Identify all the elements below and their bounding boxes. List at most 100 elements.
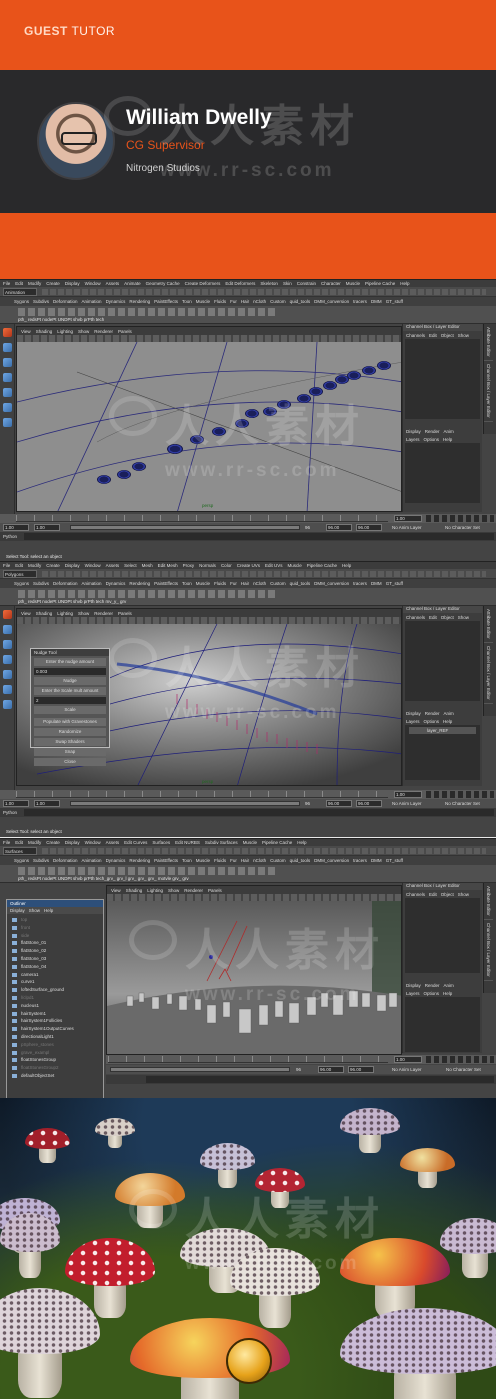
menu-item-edit[interactable]: Edit bbox=[15, 281, 23, 286]
playback-end-field[interactable]: 96.00 bbox=[326, 524, 352, 531]
layer-editor-area[interactable]: layer_REF bbox=[405, 725, 480, 780]
shelf-tab-dmm[interactable]: DMM bbox=[371, 299, 382, 304]
outliner-item[interactable]: defaultObjectSet bbox=[11, 1072, 103, 1080]
viewport-toolbar[interactable] bbox=[17, 335, 401, 342]
character-set-menu[interactable]: No Character Set bbox=[445, 524, 480, 531]
channel-box-area[interactable] bbox=[405, 621, 480, 701]
menu-item-file[interactable]: File bbox=[3, 563, 10, 568]
viewport-camera[interactable]: ViewShadingLightingShowRendererPanels 12… bbox=[106, 885, 402, 1055]
menu-item-pipeline-cache[interactable]: Pipeline Cache bbox=[365, 281, 395, 286]
channel-box-tab-edit[interactable]: Edit bbox=[429, 615, 437, 620]
menu-item-muscle[interactable]: Muscle bbox=[346, 281, 360, 286]
anim-layer-menu[interactable]: No Anim Layer bbox=[392, 524, 422, 531]
shelf-tab-animation[interactable]: Animation bbox=[82, 299, 102, 304]
outliner-item[interactable]: front bbox=[11, 924, 103, 932]
shelf-tab-ncloth[interactable]: nCloth bbox=[253, 858, 266, 863]
menu-item-character[interactable]: Character bbox=[321, 281, 341, 286]
menu-item-animate[interactable]: Animate bbox=[124, 281, 141, 286]
scale-amount-field[interactable]: 2 bbox=[34, 697, 106, 704]
shelf-tab-muscle[interactable]: Muscle bbox=[196, 858, 210, 863]
rotate-tool-icon[interactable] bbox=[2, 670, 12, 679]
outliner-menu-item-show[interactable]: Show bbox=[29, 907, 40, 914]
viewport-menu-item-shading[interactable]: Shading bbox=[126, 888, 143, 893]
menu-item-constrain[interactable]: Constrain bbox=[297, 281, 316, 286]
menu-set-select[interactable]: Animation bbox=[3, 288, 37, 296]
menu-item-geometry-cache[interactable]: Geometry Cache bbox=[146, 281, 180, 286]
shelf-tab-dynamics[interactable]: Dynamics bbox=[106, 581, 126, 586]
outliner-item[interactable]: top bbox=[11, 916, 103, 924]
shelf-tab-sygons[interactable]: Sygons bbox=[14, 581, 29, 586]
shelf-tab-sygons[interactable]: Sygons bbox=[14, 299, 29, 304]
scale-button[interactable]: Scale bbox=[34, 706, 106, 714]
shelf-tab-animation[interactable]: Animation bbox=[82, 581, 102, 586]
layer-menu-item-options[interactable]: Options bbox=[424, 991, 440, 996]
outliner-item[interactable]: camera1 bbox=[11, 971, 103, 979]
layout-icon[interactable] bbox=[2, 700, 12, 709]
shelf-tab-fur[interactable]: Fur bbox=[230, 581, 237, 586]
playback-controls[interactable] bbox=[426, 1056, 494, 1063]
shelf-tab-painteffects[interactable]: PaintEffects bbox=[154, 299, 178, 304]
start-time-field[interactable]: 1.00 bbox=[3, 524, 29, 531]
character-set-menu[interactable]: No Character Set bbox=[446, 1066, 481, 1073]
shelf-tab-toon[interactable]: Toon bbox=[182, 858, 192, 863]
menu-item-create[interactable]: Create bbox=[46, 281, 60, 286]
channel-box-tab-object[interactable]: Object bbox=[441, 333, 454, 338]
outliner-menu-item-help[interactable]: Help bbox=[44, 907, 53, 914]
menu-set-select[interactable]: Polygons bbox=[3, 570, 37, 578]
scale-tool-icon[interactable] bbox=[2, 685, 12, 694]
menu-item-window[interactable]: Window bbox=[85, 281, 101, 286]
menu-item-help[interactable]: Help bbox=[297, 840, 306, 845]
outliner-item[interactable]: hairSystem1OutputCurves bbox=[11, 1025, 103, 1033]
shelf-tab-toon[interactable]: Toon bbox=[182, 299, 192, 304]
shelf-tab-dmm[interactable]: DMM bbox=[371, 581, 382, 586]
menu-item-normals[interactable]: Normals bbox=[199, 563, 216, 568]
channel-box-tab-object[interactable]: Object bbox=[441, 615, 454, 620]
shelf-tab-fluids[interactable]: Fluids bbox=[214, 299, 226, 304]
end-time-field[interactable]: 96.00 bbox=[356, 524, 382, 531]
menu-item-modify[interactable]: Modify bbox=[28, 840, 41, 845]
shelf-tab-fur[interactable]: Fur bbox=[230, 299, 237, 304]
attribute-editor-tab[interactable]: Attribute Editor bbox=[484, 606, 493, 643]
menu-item-help[interactable]: Help bbox=[400, 281, 409, 286]
time-slider[interactable]: 1.00 bbox=[0, 790, 496, 799]
shelf-tab-dynamics[interactable]: Dynamics bbox=[106, 858, 126, 863]
viewport-toolbar[interactable] bbox=[107, 894, 401, 901]
shelf-tab-deformation[interactable]: Deformation bbox=[53, 858, 78, 863]
channel-box-tab[interactable]: Channel Box / Layer Editor bbox=[484, 361, 493, 422]
menu-item-edit-uvs[interactable]: Edit UVs bbox=[265, 563, 283, 568]
menu-item-assets[interactable]: Assets bbox=[106, 281, 120, 286]
command-language-label[interactable]: Python bbox=[3, 534, 17, 539]
shelf-tab-subdivs[interactable]: Subdivs bbox=[33, 299, 49, 304]
viewport-menu-item-show[interactable]: Show bbox=[168, 888, 179, 893]
menu-set-select[interactable]: Surfaces bbox=[3, 847, 37, 855]
status-line-tools[interactable] bbox=[42, 289, 486, 295]
command-input[interactable] bbox=[24, 809, 494, 816]
layer-menu-item-help[interactable]: Help bbox=[443, 991, 452, 996]
viewport-menu-item-show[interactable]: Show bbox=[78, 329, 89, 334]
menu-item-edit-curves[interactable]: Edit Curves bbox=[124, 840, 147, 845]
outliner-item[interactable]: nucleus1 bbox=[11, 1002, 103, 1010]
menu-item-file[interactable]: File bbox=[3, 840, 10, 845]
layer-tab-display[interactable]: Display bbox=[406, 983, 421, 988]
channel-box-tab-show[interactable]: Show bbox=[458, 615, 469, 620]
shelf-tab-painteffects[interactable]: PaintEffects bbox=[154, 858, 178, 863]
shelf-tab-deformation[interactable]: Deformation bbox=[53, 581, 78, 586]
layer-tab-anim[interactable]: Anim bbox=[444, 429, 454, 434]
shelf-tab-dmm[interactable]: DMM bbox=[371, 858, 382, 863]
shelf-tab-rendering[interactable]: Rendering bbox=[129, 858, 150, 863]
shelf-tab-dynamics[interactable]: Dynamics bbox=[106, 299, 126, 304]
menu-item-display[interactable]: Display bbox=[65, 281, 80, 286]
shelf-tab-deformation[interactable]: Deformation bbox=[53, 299, 78, 304]
outliner-item[interactable]: floatStonesGroup2 bbox=[11, 1064, 103, 1072]
outliner-item[interactable]: hairSystem1 bbox=[11, 1010, 103, 1018]
snap-button[interactable]: Snap bbox=[34, 748, 106, 756]
layer-menu-item-layers[interactable]: Layers bbox=[406, 437, 420, 442]
menu-item-help[interactable]: Help bbox=[342, 563, 351, 568]
layer-tab-display[interactable]: Display bbox=[406, 711, 421, 716]
viewport-menu-item-renderer[interactable]: Renderer bbox=[94, 611, 113, 616]
anim-layer-menu[interactable]: No Anim Layer bbox=[392, 1066, 422, 1073]
menu-item-edit-deformers[interactable]: Edit Deformers bbox=[225, 281, 255, 286]
menu-item-display[interactable]: Display bbox=[65, 563, 80, 568]
menu-item-assets[interactable]: Assets bbox=[106, 840, 120, 845]
viewport-menu-item-shading[interactable]: Shading bbox=[36, 329, 53, 334]
